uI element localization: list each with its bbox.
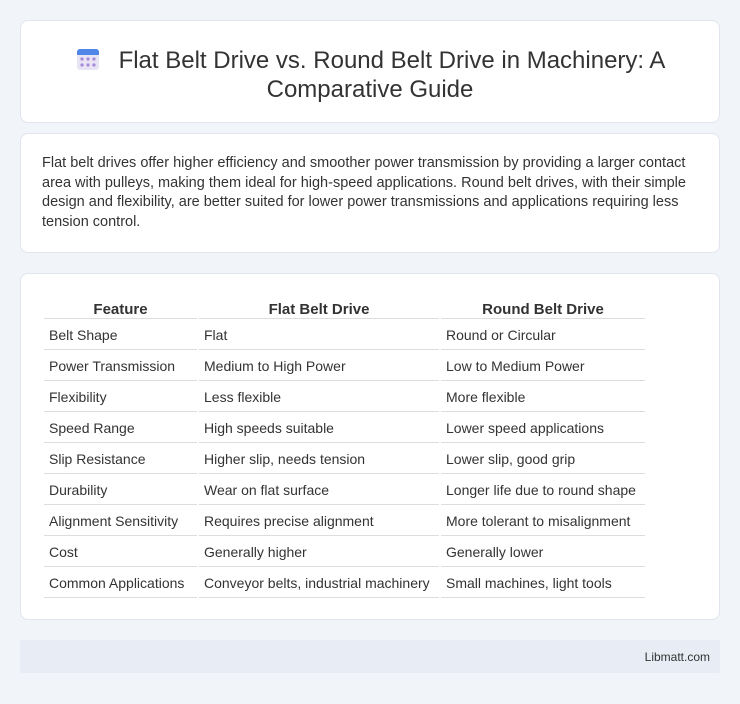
table-row: Slip Resistance Higher slip, needs tensi…: [44, 445, 645, 474]
table-cell: Conveyor belts, industrial machinery: [199, 569, 439, 598]
page-title: Flat Belt Drive vs. Round Belt Drive in …: [118, 47, 666, 103]
table-cell: Common Applications: [44, 569, 197, 598]
table-cell: More tolerant to misalignment: [441, 507, 645, 536]
footer-bar: Libmatt.com: [20, 640, 720, 673]
comparison-table: Feature Flat Belt Drive Round Belt Drive…: [42, 294, 647, 600]
table-cell: Longer life due to round shape: [441, 476, 645, 505]
table-cell: Flat: [199, 321, 439, 350]
table-row: Alignment Sensitivity Requires precise a…: [44, 507, 645, 536]
header-card: Flat Belt Drive vs. Round Belt Drive in …: [20, 20, 720, 123]
table-cell: Slip Resistance: [44, 445, 197, 474]
table-cell: Flexibility: [44, 383, 197, 412]
table-cell: Low to Medium Power: [441, 352, 645, 381]
table-cell: Small machines, light tools: [441, 569, 645, 598]
table-row: Speed Range High speeds suitable Lower s…: [44, 414, 645, 443]
table-cell: Cost: [44, 538, 197, 567]
table-cell: Higher slip, needs tension: [199, 445, 439, 474]
table-cell: Lower speed applications: [441, 414, 645, 443]
table-row: Common Applications Conveyor belts, indu…: [44, 569, 645, 598]
intro-text: Flat belt drives offer higher efficiency…: [42, 155, 686, 230]
comparison-card: Feature Flat Belt Drive Round Belt Drive…: [20, 273, 720, 620]
intro-card: Flat belt drives offer higher efficiency…: [20, 133, 720, 253]
table-row: Flexibility Less flexible More flexible: [44, 383, 645, 412]
table-cell: Medium to High Power: [199, 352, 439, 381]
table-cell: Generally higher: [199, 538, 439, 567]
page-title-row: Flat Belt Drive vs. Round Belt Drive in …: [21, 46, 719, 104]
table-cell: High speeds suitable: [199, 414, 439, 443]
table-cell: Requires precise alignment: [199, 507, 439, 536]
table-cell: Power Transmission: [44, 352, 197, 381]
table-cell: Less flexible: [199, 383, 439, 412]
calendar-icon: [76, 49, 99, 70]
table-cell: Durability: [44, 476, 197, 505]
column-header-feature: Feature: [44, 296, 197, 319]
footer-brand: Libmatt.com: [644, 650, 710, 664]
table-cell: Lower slip, good grip: [441, 445, 645, 474]
column-header-flat-belt: Flat Belt Drive: [199, 296, 439, 319]
table-row: Cost Generally higher Generally lower: [44, 538, 645, 567]
table-cell: Generally lower: [441, 538, 645, 567]
table-cell: Round or Circular: [441, 321, 645, 350]
table-cell: Speed Range: [44, 414, 197, 443]
table-cell: Wear on flat surface: [199, 476, 439, 505]
column-header-round-belt: Round Belt Drive: [441, 296, 645, 319]
table-row: Belt Shape Flat Round or Circular: [44, 321, 645, 350]
table-row: Power Transmission Medium to High Power …: [44, 352, 645, 381]
table-cell: Belt Shape: [44, 321, 197, 350]
table-cell: More flexible: [441, 383, 645, 412]
table-row: Durability Wear on flat surface Longer l…: [44, 476, 645, 505]
table-header-row: Feature Flat Belt Drive Round Belt Drive: [44, 296, 645, 319]
table-cell: Alignment Sensitivity: [44, 507, 197, 536]
